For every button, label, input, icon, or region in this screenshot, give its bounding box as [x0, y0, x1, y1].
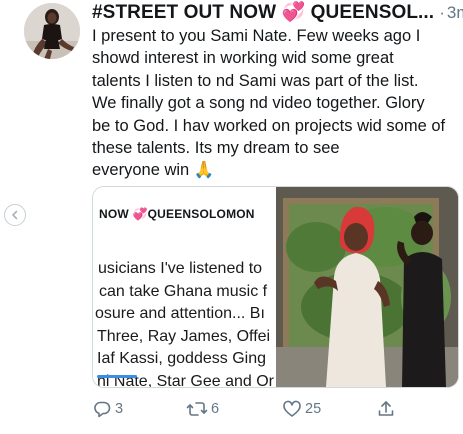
card-text-line: ni Nate, Star Gee and Or [97, 372, 274, 388]
card-text-lines: usicians I've listened to can take Ghana… [93, 258, 274, 387]
tweet-text-line: everyone win 🙏 [92, 161, 215, 180]
card-text-line: Three, Ray James, Offei [97, 327, 271, 345]
like-button[interactable]: 25 [282, 399, 321, 419]
media-image-photo[interactable] [276, 187, 458, 387]
tweet-header: #STREET OUT NOW 💞 QUEENSOL... · 3m [92, 0, 463, 24]
card-text-line: osure and attention... Bı [95, 305, 265, 322]
profile-photo [24, 3, 80, 59]
separator-dot: · [439, 3, 445, 22]
chevron-left-icon [12, 210, 18, 220]
card-text-line: usicians I've listened to [98, 260, 263, 277]
reply-icon [94, 401, 111, 418]
retweet-icon [186, 402, 208, 416]
retweet-button[interactable]: 6 [186, 399, 219, 419]
avatar[interactable] [24, 3, 80, 59]
tweet-text: I present to you Sami Nate. Few weeks ag… [92, 25, 458, 182]
retweet-count: 6 [211, 401, 220, 417]
tweet-author-name[interactable]: #STREET OUT NOW 💞 QUEENSOL... [92, 0, 434, 24]
share-button[interactable] [376, 399, 396, 419]
carousel-prev-button[interactable] [4, 204, 26, 226]
share-icon [378, 401, 394, 416]
link-underline [97, 375, 137, 378]
tweet-actions: 3 6 25 [92, 399, 458, 423]
heart-icon [283, 400, 301, 417]
tweet-text-line: showd interest in working wid some great [92, 49, 394, 68]
card-text-line: Iaf Kassi, goddess Ging [97, 350, 266, 367]
reply-count: 3 [115, 401, 124, 417]
photo-illustration [276, 187, 458, 387]
card-heading: NOW 💞QUEENSOLOMON [99, 207, 255, 221]
tweet-text-line: I present to you Sami Nate. Few weeks ag… [92, 27, 421, 45]
media-image-text[interactable]: NOW 💞QUEENSOLOMON usicians I've listened… [93, 187, 276, 387]
card-text-line: can take Ghana music f [99, 282, 268, 300]
tweet-text-line: talents I listen to nd Sami was part of … [92, 71, 419, 90]
tweet-timestamp[interactable]: 3m [447, 3, 463, 23]
reply-button[interactable]: 3 [92, 399, 123, 419]
media-card[interactable]: NOW 💞QUEENSOLOMON usicians I've listened… [92, 186, 459, 388]
tweet-text-line: We finally got a song nd video together.… [92, 94, 425, 113]
tweet-content: #STREET OUT NOW 💞 QUEENSOL... · 3m I pre… [92, 0, 463, 182]
tweet-text-line: be to God. I hav worked on projects wid … [92, 116, 446, 135]
like-count: 25 [305, 401, 322, 417]
tweet-text-line: these talents. Its my dream to see [92, 139, 340, 158]
